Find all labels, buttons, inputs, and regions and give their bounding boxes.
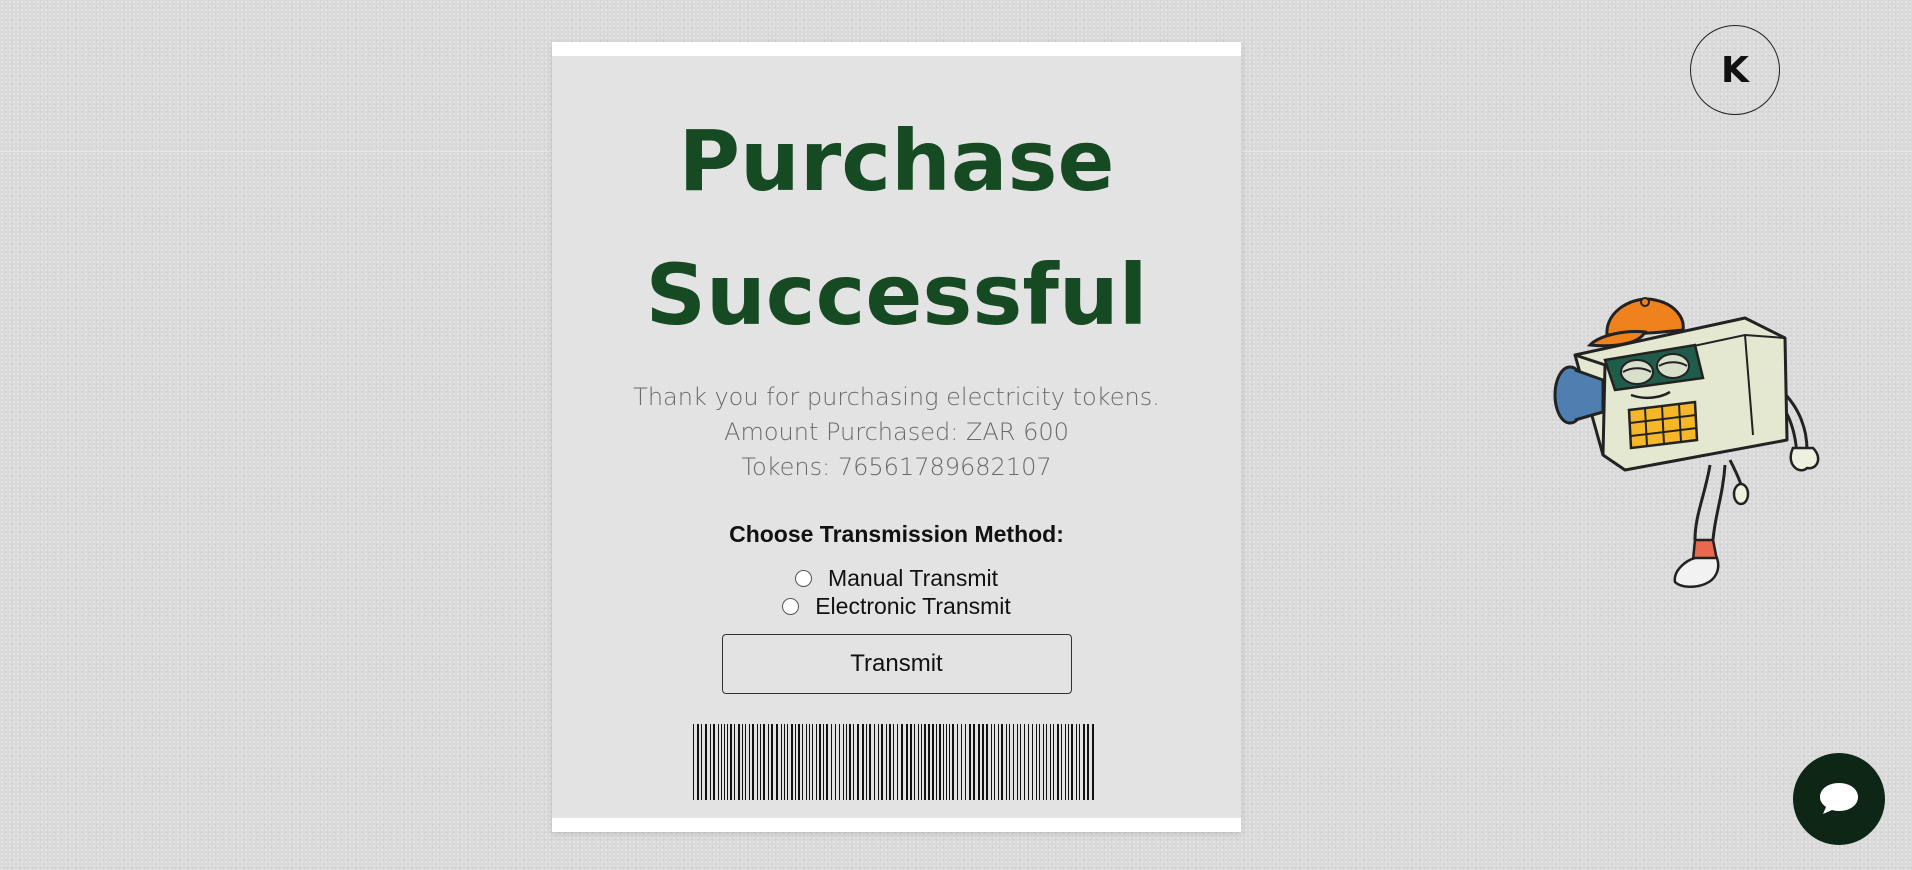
page-title: Purchase Successful [552,56,1241,362]
logo-letter: K [1721,49,1749,91]
electronic-transmit-option[interactable]: Electronic Transmit [552,592,1241,620]
electronic-transmit-radio[interactable] [782,597,800,615]
manual-transmit-option[interactable]: Manual Transmit [552,564,1241,592]
meter-mascot-illustration [1553,297,1820,588]
chat-button[interactable] [1793,753,1885,845]
transmit-button[interactable]: Transmit [721,634,1072,694]
chat-bubble-icon [1820,783,1858,814]
logo-button[interactable]: K [1690,25,1780,115]
transmission-method-heading: Choose Transmission Method: [729,521,1064,547]
title-line-2: Successful [645,246,1148,344]
transmission-method-options: Manual Transmit Electronic Transmit [552,564,1241,620]
amount-purchased-text: Amount Purchased: ZAR 600 [724,418,1069,446]
tokens-text: Tokens: 76561789682107 [741,453,1052,481]
title-line-1: Purchase [678,112,1115,210]
electronic-transmit-label: Electronic Transmit [815,593,1011,619]
manual-transmit-radio[interactable] [794,569,812,587]
purchase-info: Thank you for purchasing electricity tok… [552,380,1241,485]
thank-you-text: Thank you for purchasing electricity tok… [633,383,1160,411]
barcode-icon [692,724,1094,800]
receipt-card: Purchase Successful Thank you for purcha… [552,42,1241,832]
manual-transmit-label: Manual Transmit [827,565,998,591]
